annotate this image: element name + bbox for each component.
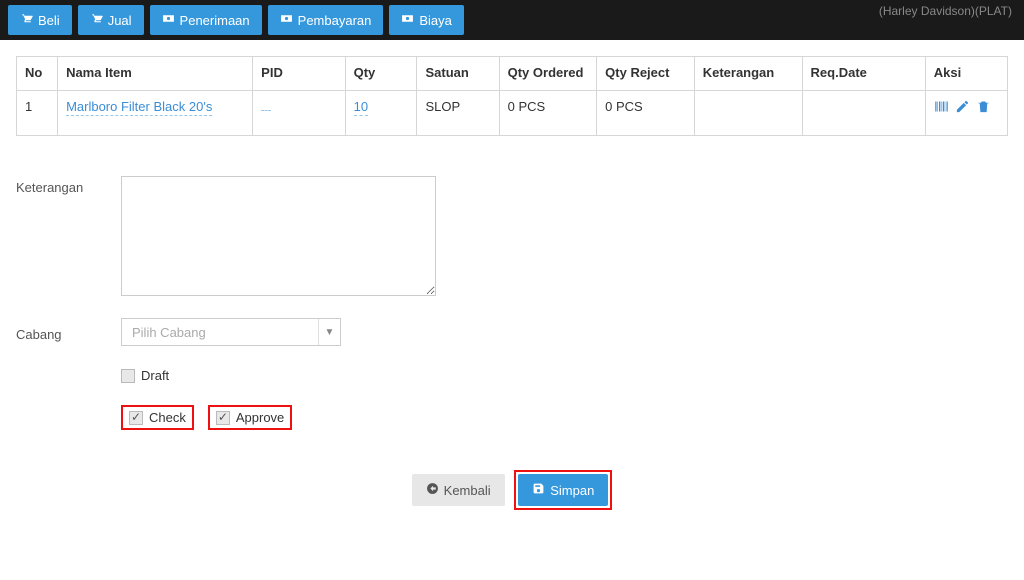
cart-icon [90, 12, 103, 28]
cell-unit: SLOP [417, 91, 499, 136]
topbar: Beli Jual Penerimaan Pembayaran Biaya (H… [0, 0, 1024, 40]
cell-no: 1 [17, 91, 58, 136]
save-label: Simpan [550, 483, 594, 498]
cart-icon [20, 12, 33, 28]
cell-qty-ordered: 0 PCS [499, 91, 597, 136]
col-name: Nama Item [58, 57, 253, 91]
notes-label: Keterangan [16, 176, 121, 195]
approve-checkbox[interactable] [216, 411, 230, 425]
notes-textarea[interactable] [121, 176, 436, 296]
col-pid: PID [253, 57, 345, 91]
cell-qty-reject: 0 PCS [597, 91, 695, 136]
user-org: (Harley Davidson)(PLAT) [879, 4, 1012, 20]
table-row: 1 Marlboro Filter Black 20's 10 SLOP 0 P… [17, 91, 1008, 136]
col-reqdate: Req.Date [802, 57, 925, 91]
receipt-label: Penerimaan [180, 13, 250, 28]
cost-label: Biaya [419, 13, 452, 28]
check-label: Check [149, 410, 186, 425]
items-table: No Nama Item PID Qty Satuan Qty Ordered … [16, 56, 1008, 136]
check-checkbox-row[interactable]: Check [129, 410, 186, 425]
branch-placeholder: Pilih Cabang [132, 325, 206, 340]
delete-icon[interactable] [976, 99, 991, 117]
receipt-button[interactable]: Penerimaan [150, 5, 262, 35]
back-arrow-icon [426, 482, 439, 498]
buy-label: Beli [38, 13, 60, 28]
save-button[interactable]: Simpan [518, 474, 608, 506]
check-highlight: Check [121, 405, 194, 430]
cell-name: Marlboro Filter Black 20's [58, 91, 253, 136]
col-qty-ordered: Qty Ordered [499, 57, 597, 91]
col-qty: Qty [345, 57, 417, 91]
back-button[interactable]: Kembali [412, 474, 505, 506]
money-icon [401, 12, 414, 28]
topbar-user-info: (Harley Davidson)(PLAT) [879, 4, 1012, 20]
cell-qty: 10 [345, 91, 417, 136]
money-icon [280, 12, 293, 28]
payment-label: Pembayaran [298, 13, 372, 28]
check-checkbox[interactable] [129, 411, 143, 425]
draft-checkbox[interactable] [121, 369, 135, 383]
cell-reqdate [802, 91, 925, 136]
save-icon [532, 482, 545, 498]
draft-label: Draft [141, 368, 169, 383]
main-content: No Nama Item PID Qty Satuan Qty Ordered … [0, 40, 1024, 526]
footer-buttons: Kembali Simpan [16, 470, 1008, 510]
approve-label: Approve [236, 410, 284, 425]
chevron-down-icon: ▼ [318, 319, 340, 345]
col-qty-reject: Qty Reject [597, 57, 695, 91]
buy-button[interactable]: Beli [8, 5, 72, 35]
branch-label: Cabang [16, 323, 121, 342]
sell-label: Jual [108, 13, 132, 28]
save-highlight: Simpan [514, 470, 612, 510]
cell-pid [253, 91, 345, 136]
col-action: Aksi [925, 57, 1007, 91]
sell-button[interactable]: Jual [78, 5, 144, 35]
payment-button[interactable]: Pembayaran [268, 5, 384, 35]
form-area: Keterangan Cabang Pilih Cabang ▼ Draft C… [16, 176, 1008, 510]
draft-checkbox-row[interactable]: Draft [121, 368, 169, 383]
barcode-icon[interactable] [934, 99, 949, 117]
col-notes: Keterangan [694, 57, 802, 91]
edit-icon[interactable] [955, 99, 970, 117]
item-link[interactable]: Marlboro Filter Black 20's [66, 99, 212, 116]
approve-checkbox-row[interactable]: Approve [216, 410, 284, 425]
col-no: No [17, 57, 58, 91]
approve-highlight: Approve [208, 405, 292, 430]
cost-button[interactable]: Biaya [389, 5, 464, 35]
branch-select[interactable]: Pilih Cabang ▼ [121, 318, 341, 346]
cell-notes [694, 91, 802, 136]
pid-link[interactable] [261, 109, 271, 111]
money-icon [162, 12, 175, 28]
cell-action [925, 91, 1007, 136]
col-unit: Satuan [417, 57, 499, 91]
back-label: Kembali [444, 483, 491, 498]
qty-link[interactable]: 10 [354, 99, 368, 116]
